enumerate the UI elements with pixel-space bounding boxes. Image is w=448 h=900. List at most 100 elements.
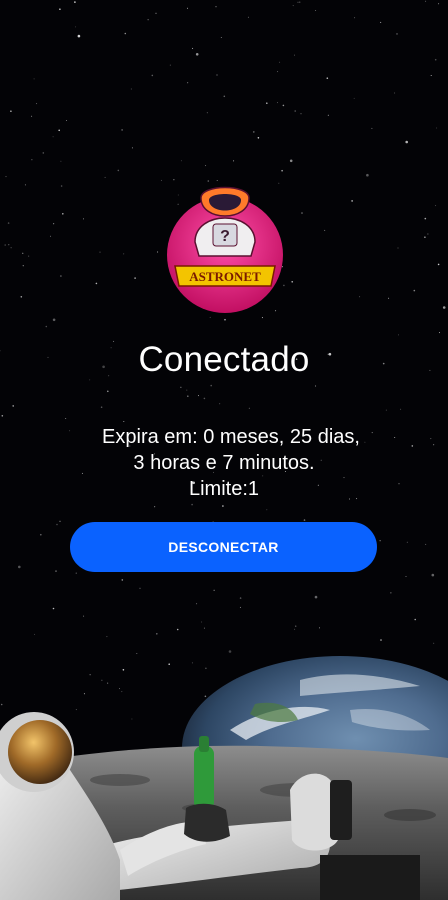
star [131, 147, 133, 149]
star [60, 185, 63, 187]
star [219, 403, 221, 405]
star [74, 1, 76, 3]
star [324, 229, 326, 231]
star [319, 627, 320, 629]
star [216, 180, 218, 181]
star [59, 520, 61, 522]
star [224, 318, 226, 321]
star [121, 129, 123, 131]
expiry-line-2: 3 horas e 7 minutos. [133, 452, 315, 474]
star [424, 236, 426, 238]
star [390, 592, 392, 594]
star [36, 103, 38, 105]
star [223, 95, 226, 98]
star [147, 19, 149, 21]
star [406, 541, 408, 543]
star [201, 621, 203, 623]
star [281, 169, 283, 172]
star [10, 110, 12, 112]
star [257, 137, 260, 139]
astronet-logo: ? ASTRONET [167, 186, 283, 313]
star [414, 618, 417, 621]
star [5, 176, 7, 178]
star [315, 10, 317, 11]
expiry-info: Expira em: 0 meses, 25 dias, 3 horas e 7… [24, 424, 424, 502]
star [326, 77, 329, 79]
star [176, 628, 179, 631]
star [60, 160, 62, 162]
star [289, 159, 293, 163]
star [42, 152, 45, 154]
star [400, 408, 402, 410]
star [117, 169, 120, 172]
star [18, 565, 21, 569]
star [186, 389, 188, 391]
star [28, 255, 30, 257]
star [396, 33, 398, 35]
star [379, 540, 381, 542]
star [58, 129, 60, 132]
star [295, 625, 297, 627]
star [56, 523, 58, 526]
star [294, 110, 297, 112]
star [261, 317, 263, 319]
star [180, 386, 182, 388]
star [398, 334, 399, 336]
star [8, 244, 10, 246]
star [169, 64, 171, 66]
star [123, 253, 125, 255]
star [435, 205, 437, 207]
star [52, 318, 56, 322]
star [10, 247, 12, 249]
star [327, 114, 329, 116]
star [198, 395, 199, 397]
star [75, 26, 77, 28]
star [247, 16, 249, 18]
star [239, 606, 241, 608]
star [59, 8, 61, 10]
star [299, 1, 301, 3]
star [77, 34, 81, 38]
logo-brand-text: ASTRONET [189, 269, 261, 284]
star [279, 61, 281, 63]
star [213, 589, 215, 591]
star [83, 615, 85, 617]
star [366, 173, 369, 177]
star [206, 112, 208, 114]
star [180, 160, 182, 162]
star [431, 573, 435, 577]
star [22, 265, 24, 267]
star [303, 519, 306, 521]
star [4, 244, 6, 246]
star [83, 218, 84, 220]
star [95, 282, 98, 285]
star [100, 406, 103, 409]
star [292, 5, 294, 7]
star [434, 58, 437, 61]
star [301, 212, 303, 214]
star [62, 213, 64, 215]
star [139, 587, 141, 589]
star [253, 131, 255, 133]
star [220, 37, 222, 38]
star [192, 47, 194, 49]
disconnect-button[interactable]: DESCONECTAR [70, 522, 377, 572]
star [433, 444, 435, 446]
star [53, 223, 55, 225]
star [380, 21, 382, 23]
star [353, 97, 355, 99]
star [24, 184, 26, 186]
star [425, 0, 427, 2]
star [191, 503, 193, 506]
star [266, 509, 268, 511]
star [405, 576, 407, 577]
star [282, 104, 285, 107]
star [205, 165, 207, 167]
star [173, 179, 175, 181]
star [425, 543, 427, 545]
star [55, 570, 57, 572]
star [195, 53, 199, 56]
star [277, 71, 279, 73]
star [65, 418, 67, 419]
star [413, 289, 416, 292]
